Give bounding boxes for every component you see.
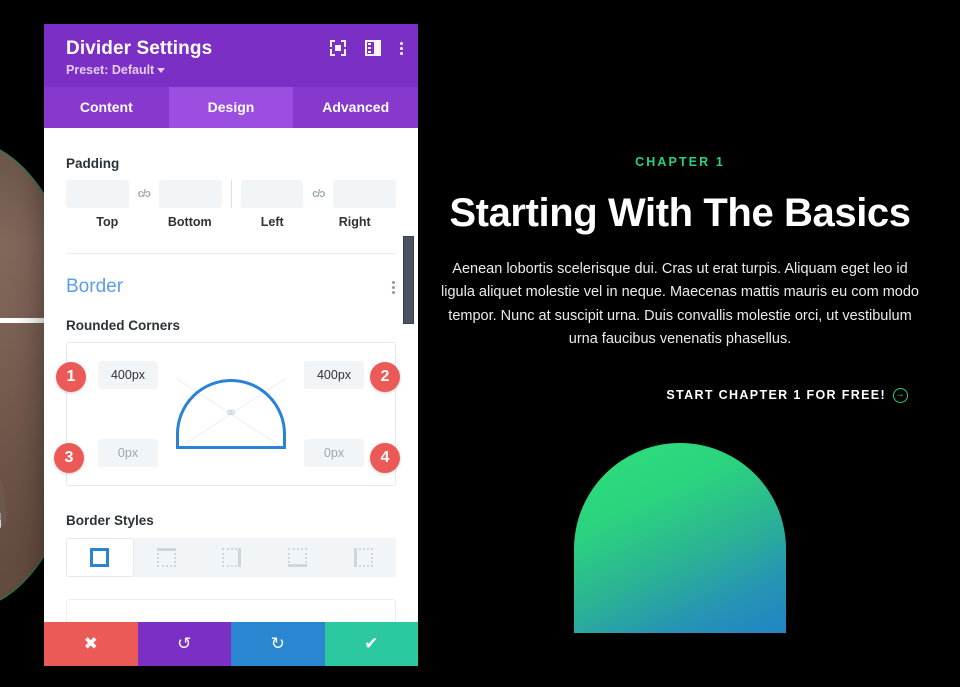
- padding-bottom-label: Bottom: [167, 215, 212, 229]
- modal-body: Padding c/ɔ c/ɔ Top Bottom Left Right Bo…: [44, 128, 418, 622]
- border-style-right[interactable]: [199, 538, 265, 577]
- rounded-corners-control: 400px 400px 0px 0px ⚭: [66, 342, 396, 486]
- chapter-eyebrow: CHAPTER 1: [635, 155, 725, 169]
- padding-top-input[interactable]: [66, 180, 129, 208]
- photo-chair-detail: [0, 431, 8, 547]
- padding-left-label: Left: [260, 215, 284, 229]
- divider-settings-modal: Divider Settings Preset: Default Content…: [44, 24, 418, 666]
- scrollbar-track[interactable]: [403, 128, 416, 622]
- hero-body-text: Aenean lobortis scelerisque dui. Cras ut…: [441, 261, 919, 348]
- padding-left-input[interactable]: [240, 180, 304, 208]
- top-border-icon: [156, 548, 176, 567]
- border-styles-row: [66, 538, 396, 577]
- border-styles-label: Border Styles: [66, 513, 154, 528]
- padding-top-label: Top: [96, 215, 119, 229]
- border-style-top[interactable]: [133, 538, 200, 577]
- bottom-border-icon: [288, 548, 308, 567]
- more-options-icon[interactable]: [400, 40, 404, 56]
- padding-field-labels: Top Bottom Left Right: [66, 215, 396, 229]
- padding-right-input[interactable]: [333, 180, 396, 208]
- corner-top-left-input[interactable]: 400px: [98, 361, 158, 389]
- arrow-right-icon: →: [893, 387, 908, 403]
- tab-content[interactable]: Content: [44, 87, 169, 128]
- preset-label: Preset: Default: [66, 63, 155, 77]
- link-values-icon[interactable]: c/ɔ: [303, 188, 333, 200]
- border-more-options-icon[interactable]: [392, 280, 396, 295]
- tab-design[interactable]: Design: [168, 87, 294, 128]
- undo-button[interactable]: ↺: [137, 622, 231, 666]
- hero-title: Starting With The Basics: [449, 191, 911, 235]
- padding-divider: [230, 180, 232, 208]
- callout-badge-3: 3: [54, 443, 84, 473]
- chevron-down-icon: [157, 68, 166, 74]
- border-color-control[interactable]: [66, 599, 396, 622]
- modal-footer: ✖ ↺ ↻ ✔: [44, 622, 418, 666]
- padding-bottom-input[interactable]: [158, 180, 222, 208]
- focus-icon[interactable]: [330, 40, 346, 56]
- link-values-icon[interactable]: c/ɔ: [129, 188, 159, 200]
- corner-bottom-right-input[interactable]: 0px: [304, 439, 364, 467]
- modal-header: Divider Settings Preset: Default: [44, 24, 418, 87]
- corner-preview-shape: ⚭: [176, 379, 286, 449]
- all-borders-icon: [90, 548, 110, 567]
- link-corners-icon[interactable]: ⚭: [224, 406, 237, 422]
- border-section-header: Border: [66, 254, 396, 298]
- border-section-title: Border: [66, 276, 124, 297]
- cancel-button[interactable]: ✖: [44, 622, 138, 666]
- rounded-corners-label: Rounded Corners: [66, 318, 181, 333]
- padding-section: Padding c/ɔ c/ɔ Top Bottom Left Right: [66, 128, 396, 229]
- callout-badge-1: 1: [56, 362, 86, 392]
- preset-selector[interactable]: Preset: Default: [66, 63, 400, 77]
- padding-horizontal-pair: c/ɔ: [240, 180, 396, 208]
- modal-header-icons: [330, 40, 404, 56]
- callout-badge-2: 2: [370, 362, 400, 392]
- scrollbar-thumb[interactable]: [403, 236, 414, 324]
- hero-preview: CHAPTER 1 Starting With The Basics Aenea…: [430, 0, 930, 687]
- padding-right-label: Right: [338, 215, 371, 229]
- screenshot-root: Divider Settings Preset: Default Content…: [0, 0, 960, 687]
- layout-columns-icon[interactable]: [365, 40, 381, 56]
- save-button[interactable]: ✔: [324, 622, 418, 666]
- page-divider-line: [0, 318, 46, 323]
- border-style-left[interactable]: [330, 538, 396, 577]
- left-border-icon: [353, 548, 373, 567]
- cta-link[interactable]: START CHAPTER 1 FOR FREE! →: [430, 387, 930, 403]
- redo-button[interactable]: ↻: [231, 622, 325, 666]
- padding-vertical-pair: c/ɔ: [66, 180, 222, 208]
- right-border-icon: [222, 548, 242, 567]
- border-style-bottom[interactable]: [264, 538, 331, 577]
- padding-fields-row: c/ɔ c/ɔ: [66, 180, 396, 208]
- modal-tabs: Content Design Advanced: [44, 87, 418, 128]
- corner-bottom-left-input[interactable]: 0px: [98, 439, 158, 467]
- tab-advanced[interactable]: Advanced: [293, 87, 418, 128]
- cta-label: START CHAPTER 1 FOR FREE!: [666, 388, 886, 403]
- gradient-divider-shape: [574, 442, 786, 633]
- callout-badge-4: 4: [370, 443, 400, 473]
- padding-label: Padding: [66, 156, 120, 171]
- border-style-all[interactable]: [66, 538, 134, 577]
- corner-top-right-input[interactable]: 400px: [304, 361, 364, 389]
